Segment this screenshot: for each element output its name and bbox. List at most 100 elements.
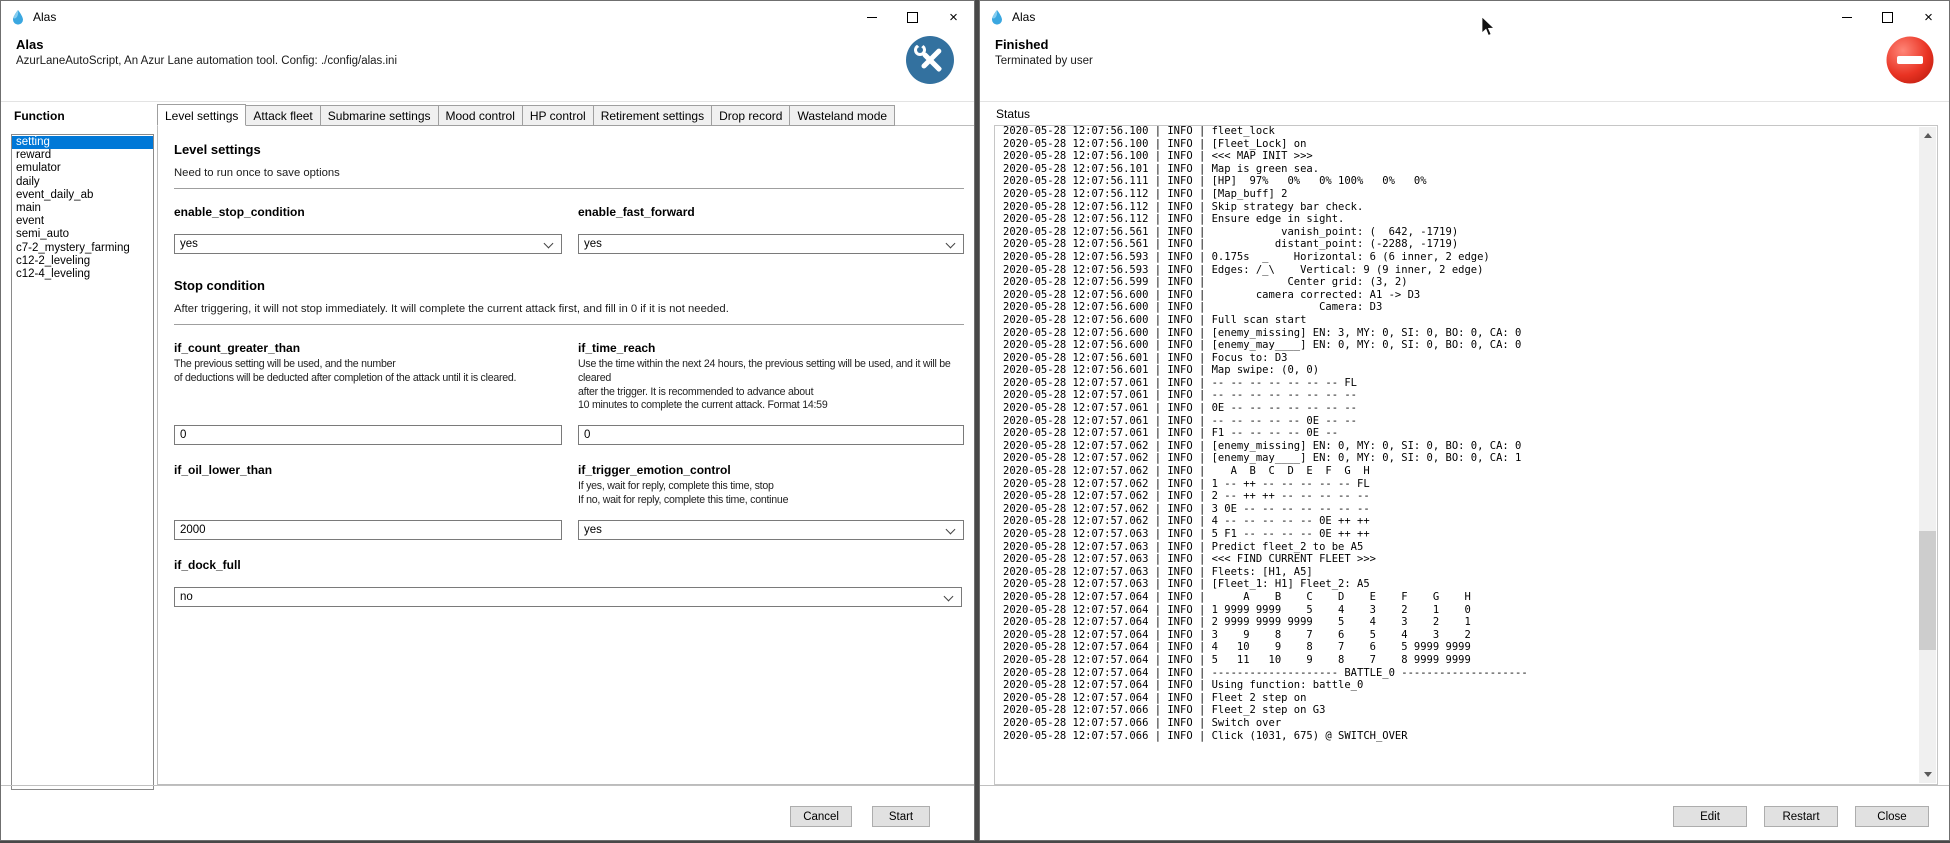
log-line: 2020-05-28 12:07:57.066 | INFO | Click (… xyxy=(1003,730,1913,743)
maximize-button[interactable] xyxy=(892,1,933,33)
function-list-item[interactable]: daily xyxy=(12,176,153,189)
minimize-button[interactable] xyxy=(1826,1,1867,33)
restart-button[interactable]: Restart xyxy=(1764,806,1838,827)
log-line: 2020-05-28 12:07:57.063 | INFO | Predict… xyxy=(1003,541,1913,554)
run-status-subtitle: Terminated by user xyxy=(995,55,1093,67)
enable-stop-condition-select[interactable]: yes xyxy=(174,234,562,254)
field-desc: If yes, wait for reply, complete this ti… xyxy=(578,480,964,508)
settings-tab[interactable]: Mood control xyxy=(438,105,523,126)
log-line: 2020-05-28 12:07:57.064 | INFO | 1 9999 … xyxy=(1003,604,1913,617)
field-label: if_dock_full xyxy=(174,558,964,572)
log-line: 2020-05-28 12:07:57.064 | INFO | 4 10 9 … xyxy=(1003,641,1913,654)
log-line: 2020-05-28 12:07:57.064 | INFO | 3 9 8 7… xyxy=(1003,629,1913,642)
cancel-button[interactable]: Cancel xyxy=(790,806,852,827)
log-line: 2020-05-28 12:07:57.061 | INFO | -- -- -… xyxy=(1003,415,1913,428)
log-line: 2020-05-28 12:07:56.100 | INFO | fleet_l… xyxy=(1003,125,1913,138)
settings-tab[interactable]: Drop record xyxy=(711,105,790,126)
scrollbar-thumb[interactable] xyxy=(1919,531,1936,650)
log-line: 2020-05-28 12:07:56.111 | INFO | [HP] 97… xyxy=(1003,175,1913,188)
function-list-item[interactable]: setting xyxy=(12,136,153,149)
enable-fast-forward-select[interactable]: yes xyxy=(578,234,964,254)
log-line: 2020-05-28 12:07:56.600 | INFO | camera … xyxy=(1003,289,1913,302)
log-line: 2020-05-28 12:07:57.063 | INFO | 5 F1 --… xyxy=(1003,528,1913,541)
left-titlebar[interactable]: Alas × xyxy=(1,1,974,33)
function-list-item[interactable]: event_daily_ab xyxy=(12,189,153,202)
minimize-icon xyxy=(1842,17,1852,18)
log-line: 2020-05-28 12:07:57.061 | INFO | 0E -- -… xyxy=(1003,402,1913,415)
close-icon: × xyxy=(1924,10,1933,25)
scroll-up-icon[interactable] xyxy=(1919,127,1936,144)
log-line: 2020-05-28 12:07:57.062 | INFO | [enemy_… xyxy=(1003,452,1913,465)
selected-value: no xyxy=(175,591,193,603)
log-line: 2020-05-28 12:07:57.062 | INFO | 1 -- ++… xyxy=(1003,478,1913,491)
function-list-item[interactable]: c12-4_leveling xyxy=(12,268,153,281)
maximize-button[interactable] xyxy=(1867,1,1908,33)
close-button[interactable]: × xyxy=(933,1,974,33)
field-if-time-reach: if_time_reach Use the time within the ne… xyxy=(578,337,964,459)
log-line: 2020-05-28 12:07:57.064 | INFO | A B C D… xyxy=(1003,591,1913,604)
level-settings-panel: Level settings Need to run once to save … xyxy=(157,125,975,785)
log-line: 2020-05-28 12:07:56.100 | INFO | [Fleet_… xyxy=(1003,138,1913,151)
function-list-item[interactable]: main xyxy=(12,202,153,215)
function-list-item[interactable]: semi_auto xyxy=(12,228,153,241)
log-line: 2020-05-28 12:07:56.600 | INFO | Full sc… xyxy=(1003,314,1913,327)
right-titlebar[interactable]: Alas × xyxy=(980,1,1949,33)
log-line: 2020-05-28 12:07:56.600 | INFO | [enemy_… xyxy=(1003,327,1913,340)
close-button[interactable]: × xyxy=(1908,1,1949,33)
minimize-button[interactable] xyxy=(851,1,892,33)
field-if-dock-full: if_dock_full no xyxy=(174,554,964,621)
log-line: 2020-05-28 12:07:57.062 | INFO | [enemy_… xyxy=(1003,440,1913,453)
log-line: 2020-05-28 12:07:56.593 | INFO | Edges: … xyxy=(1003,264,1913,277)
settings-tab[interactable]: Level settings xyxy=(157,104,246,126)
tools-icon xyxy=(906,36,954,84)
log-line: 2020-05-28 12:07:57.066 | INFO | Switch … xyxy=(1003,717,1913,730)
function-list-item[interactable]: reward xyxy=(12,149,153,162)
log-line: 2020-05-28 12:07:57.063 | INFO | [Fleet_… xyxy=(1003,578,1913,591)
settings-tab[interactable]: HP control xyxy=(522,105,594,126)
function-list-item[interactable]: emulator xyxy=(12,162,153,175)
desktop: Alas × Alas AzurLaneAutoScript, An Azur … xyxy=(0,0,1950,843)
log-line: 2020-05-28 12:07:56.112 | INFO | Ensure … xyxy=(1003,213,1913,226)
minimize-icon xyxy=(867,17,877,18)
log-line: 2020-05-28 12:07:56.112 | INFO | [Map_bu… xyxy=(1003,188,1913,201)
maximize-icon xyxy=(1882,12,1893,23)
settings-tab[interactable]: Retirement settings xyxy=(593,105,712,126)
log-line: 2020-05-28 12:07:57.062 | INFO | 2 -- ++… xyxy=(1003,490,1913,503)
status-log-panel: 2020-05-28 12:07:56.100 | INFO | fleet_l… xyxy=(994,125,1938,785)
status-label: Status xyxy=(996,107,1030,121)
if-time-reach-input[interactable] xyxy=(578,425,964,445)
if-oil-lower-than-input[interactable] xyxy=(174,520,562,540)
log-line: 2020-05-28 12:07:57.066 | INFO | Fleet_2… xyxy=(1003,704,1913,717)
field-label: if_count_greater_than xyxy=(174,341,562,355)
if-dock-full-select[interactable]: no xyxy=(174,587,962,607)
function-list-item[interactable]: event xyxy=(12,215,153,228)
log-line: 2020-05-28 12:07:57.062 | INFO | A B C D… xyxy=(1003,465,1913,478)
field-label: enable_fast_forward xyxy=(578,205,964,219)
settings-tab[interactable]: Wasteland mode xyxy=(789,105,895,126)
right-window-title: Alas xyxy=(1012,10,1035,24)
scroll-down-icon[interactable] xyxy=(1919,766,1936,783)
header-divider xyxy=(980,101,1949,102)
log-line: 2020-05-28 12:07:57.061 | INFO | -- -- -… xyxy=(1003,377,1913,390)
function-list-item[interactable]: c12-2_leveling xyxy=(12,255,153,268)
edit-button[interactable]: Edit xyxy=(1673,806,1747,827)
app-title: Alas xyxy=(16,37,43,52)
log-line: 2020-05-28 12:07:57.064 | INFO | -------… xyxy=(1003,667,1913,680)
if-count-greater-than-input[interactable] xyxy=(174,425,562,445)
app-subtitle: AzurLaneAutoScript, An Azur Lane automat… xyxy=(16,55,397,67)
maximize-icon xyxy=(907,12,918,23)
log-line: 2020-05-28 12:07:56.601 | INFO | Focus t… xyxy=(1003,352,1913,365)
settings-tab[interactable]: Submarine settings xyxy=(320,105,439,126)
left-footer: Cancel Start xyxy=(1,806,974,827)
close-run-button[interactable]: Close xyxy=(1855,806,1929,827)
close-icon: × xyxy=(949,10,958,25)
log-line: 2020-05-28 12:07:56.112 | INFO | Skip st… xyxy=(1003,201,1913,214)
log-scrollbar[interactable] xyxy=(1919,127,1936,783)
log-line: 2020-05-28 12:07:57.064 | INFO | Fleet 2… xyxy=(1003,692,1913,705)
start-button[interactable]: Start xyxy=(872,806,930,827)
settings-tab[interactable]: Attack fleet xyxy=(245,105,320,126)
if-trigger-emotion-control-select[interactable]: yes xyxy=(578,520,964,540)
stop-condition-title: Stop condition xyxy=(174,278,964,293)
function-list-item[interactable]: c7-2_mystery_farming xyxy=(12,242,153,255)
field-label: enable_stop_condition xyxy=(174,205,562,219)
